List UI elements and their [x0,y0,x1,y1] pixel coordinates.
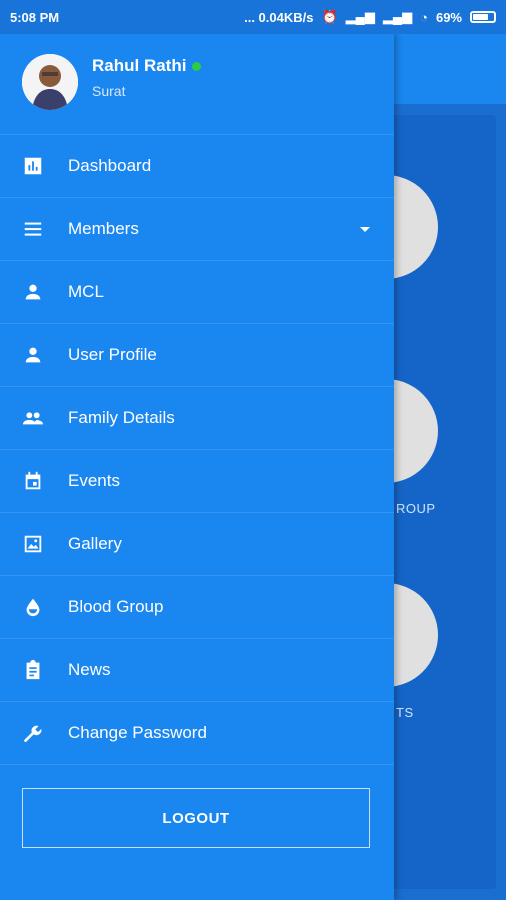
menu-icon [22,218,44,240]
menu-label: Members [68,219,139,238]
user-city: Surat [92,83,126,99]
signal-icon-2: ▂▄▆ [382,9,413,24]
online-status-dot [192,62,202,72]
menu-label: News [68,660,111,679]
menu-item-events[interactable]: Events [0,449,394,512]
menu-item-blood-group[interactable]: Blood Group [0,575,394,638]
status-bar: 5:08 PM ... 0.04KB/s ⏰ ▂▄▆ ▂▄▆ ◔ 69% [0,0,506,34]
user-name: Rahul Rathi [92,56,202,76]
data-speed: ... 0.04KB/s [244,9,314,25]
image-icon [22,533,44,555]
menu-label: Events [68,471,120,490]
menu-label: Family Details [68,408,175,427]
background-tile-label: TS [396,705,414,720]
drawer-menu: Dashboard Members MCL User Profile Famil… [0,134,394,765]
menu-item-dashboard[interactable]: Dashboard [0,134,394,197]
battery-icon [470,11,496,23]
avatar[interactable] [22,54,78,110]
profile-header[interactable]: Rahul Rathi Surat [0,34,394,134]
user-name-text: Rahul Rathi [92,56,187,75]
signal-icon: ▂▄▆ [345,9,375,24]
logout-button[interactable]: LOGOUT [22,788,370,848]
menu-item-news[interactable]: News [0,638,394,701]
alarm-icon: ⏰ [321,9,338,24]
menu-item-user-profile[interactable]: User Profile [0,323,394,386]
wifi-icon: ◔ [420,9,428,25]
menu-label: Dashboard [68,156,152,175]
calendar-icon [22,470,44,492]
background-tile-label: ROUP [396,501,436,516]
menu-label: MCL [68,282,104,301]
menu-item-mcl[interactable]: MCL [0,260,394,323]
person-icon [22,344,44,366]
menu-item-family-details[interactable]: Family Details [0,386,394,449]
menu-label: Blood Group [68,597,164,616]
battery-percent: 69% [435,9,462,25]
status-indicators: ... 0.04KB/s ⏰ ▂▄▆ ▂▄▆ ◔ 69% [244,9,496,25]
menu-label: User Profile [68,345,157,364]
menu-label: Change Password [68,723,207,742]
wrench-icon [22,722,44,744]
person-icon [22,281,44,303]
status-time: 5:08 PM [10,9,60,25]
group-icon [22,407,44,429]
chevron-down-icon[interactable] [360,227,370,232]
menu-item-change-password[interactable]: Change Password [0,701,394,765]
menu-item-members[interactable]: Members [0,197,394,260]
menu-label: Gallery [68,534,122,553]
menu-item-gallery[interactable]: Gallery [0,512,394,575]
clipboard-icon [22,659,44,681]
user-photo [22,54,78,110]
dashboard-icon [22,155,44,177]
navigation-drawer: Rahul Rathi Surat Dashboard Members MCL [0,34,394,900]
drop-icon [22,596,44,618]
